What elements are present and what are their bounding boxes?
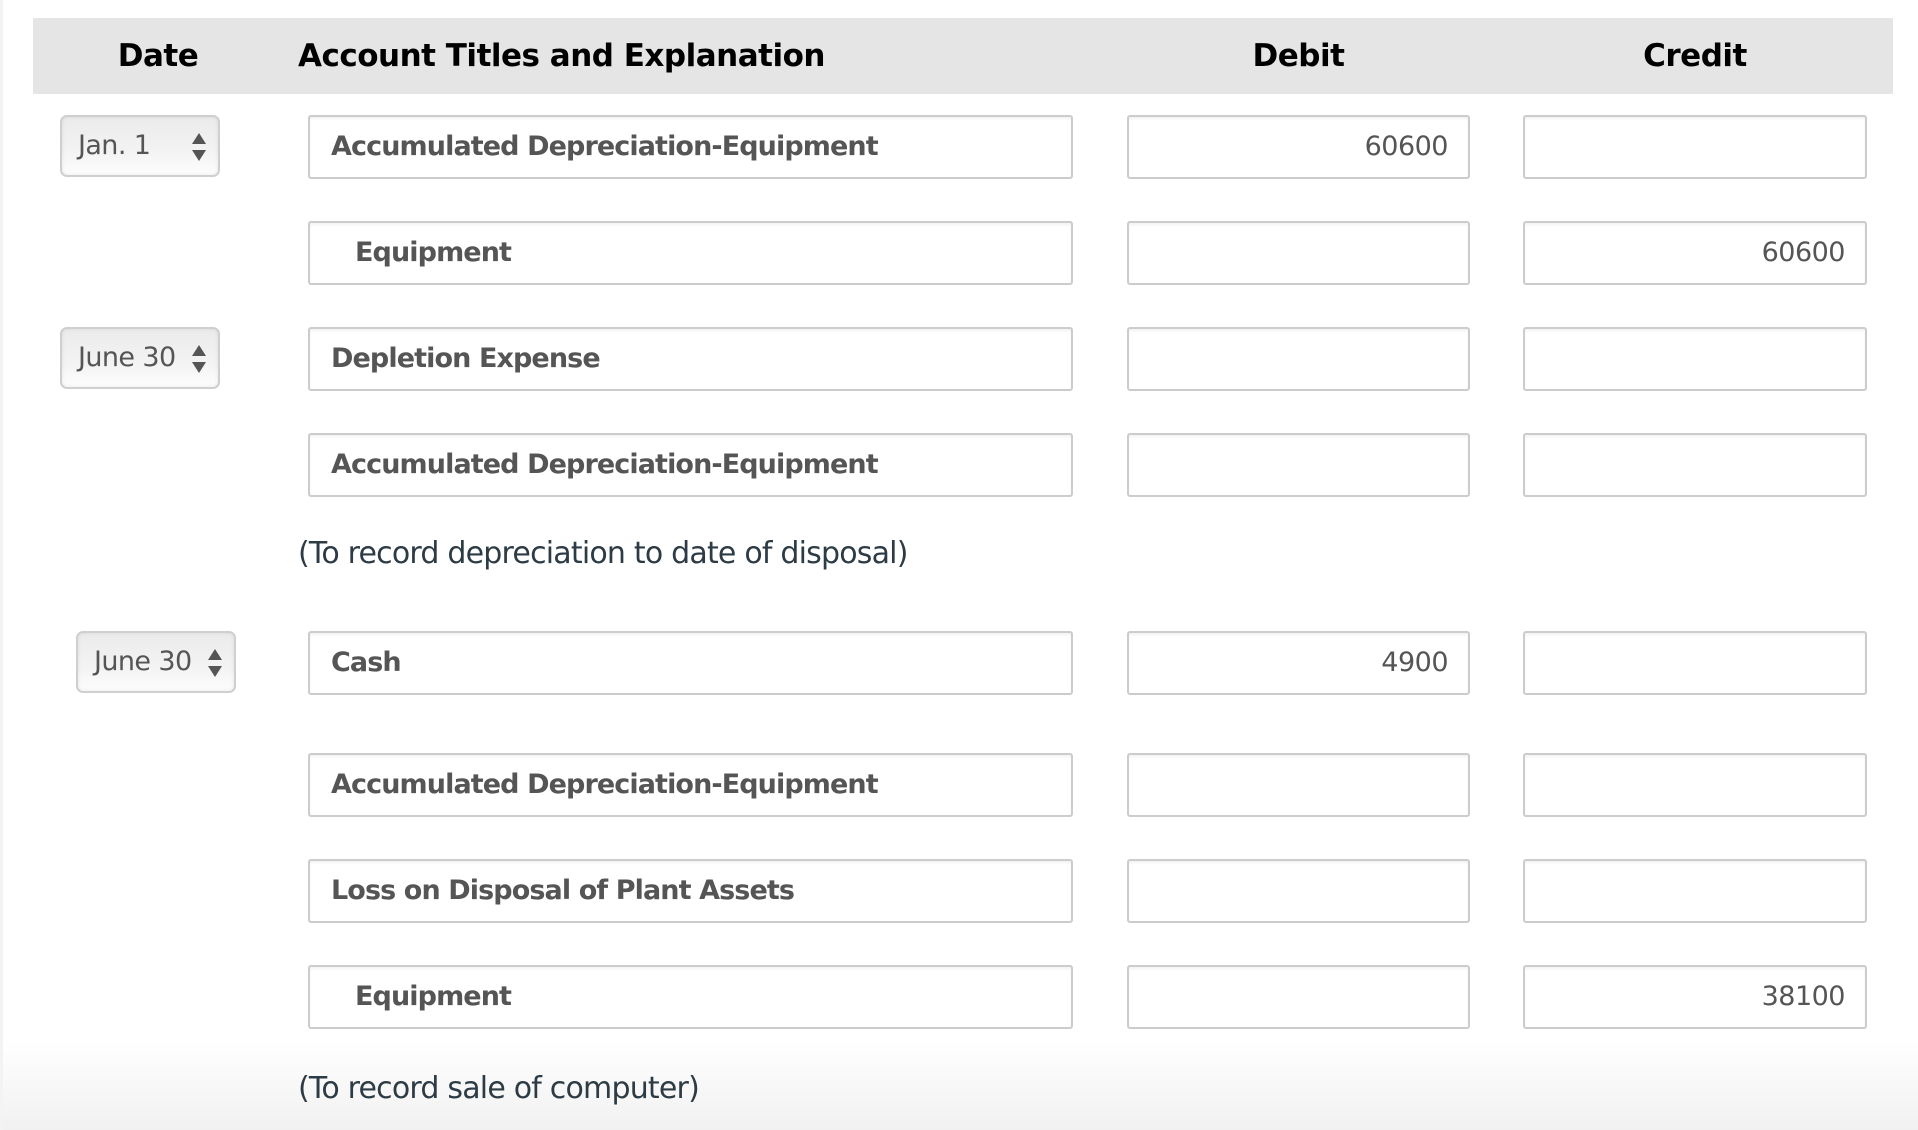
entry-3-line-1-credit-input[interactable]	[1523, 631, 1867, 695]
entry-2-line-2-account-input[interactable]: Accumulated Depreciation-Equipment	[308, 433, 1073, 497]
journal-table-header: Date Account Titles and Explanation Debi…	[33, 18, 1893, 94]
entry-3-line-3-credit-input[interactable]	[1523, 859, 1867, 923]
entry-3-line-2-credit-input[interactable]	[1523, 753, 1867, 817]
header-credit: Credit	[1643, 38, 1747, 74]
entry-3-line-3-account-input[interactable]: Loss on Disposal of Plant Assets	[308, 859, 1073, 923]
entry-3-line-2-account-input[interactable]: Accumulated Depreciation-Equipment	[308, 753, 1073, 817]
entry-3-line-1-account-input[interactable]: Cash	[308, 631, 1073, 695]
entry-2-date-select[interactable]: June 30	[60, 327, 220, 389]
date-select-value: Jan. 1	[78, 130, 151, 161]
entry-3-line-4-credit-input[interactable]: 38100	[1523, 965, 1867, 1029]
entry-1-line-2-debit-input[interactable]	[1127, 221, 1470, 285]
entry-3-line-4-debit-input[interactable]	[1127, 965, 1470, 1029]
entry-2-line-2-credit-input[interactable]	[1523, 433, 1867, 497]
entry-2-line-1-account-input[interactable]: Depletion Expense	[308, 327, 1073, 391]
entry-3-line-1-debit-input[interactable]: 4900	[1127, 631, 1470, 695]
entry-2-explanation: (To record depreciation to date of dispo…	[298, 536, 908, 571]
entry-3-explanation: (To record sale of computer)	[298, 1071, 700, 1106]
header-debit: Debit	[1252, 38, 1345, 74]
entry-1-date-select[interactable]: Jan. 1	[60, 115, 220, 177]
entry-3-line-3-debit-input[interactable]	[1127, 859, 1470, 923]
up-down-arrows-icon	[208, 649, 222, 677]
entry-1-line-1-credit-input[interactable]	[1523, 115, 1867, 179]
entry-2-line-1-debit-input[interactable]	[1127, 327, 1470, 391]
entry-1-line-1-account-input[interactable]: Accumulated Depreciation-Equipment	[308, 115, 1073, 179]
entry-2-line-2-debit-input[interactable]	[1127, 433, 1470, 497]
date-select-value: June 30	[94, 646, 192, 677]
entry-3-line-4-account-input[interactable]: Equipment	[308, 965, 1073, 1029]
page-left-edge	[0, 0, 3, 1130]
entry-3-line-2-debit-input[interactable]	[1127, 753, 1470, 817]
header-date: Date	[117, 38, 199, 74]
entry-1-line-2-account-input[interactable]: Equipment	[308, 221, 1073, 285]
header-account-titles: Account Titles and Explanation	[298, 38, 825, 74]
date-select-value: June 30	[78, 342, 176, 373]
entry-2-line-1-credit-input[interactable]	[1523, 327, 1867, 391]
up-down-arrows-icon	[192, 345, 206, 373]
entry-1-line-1-debit-input[interactable]: 60600	[1127, 115, 1470, 179]
up-down-arrows-icon	[192, 133, 206, 161]
entry-3-date-select[interactable]: June 30	[76, 631, 236, 693]
entry-1-line-2-credit-input[interactable]: 60600	[1523, 221, 1867, 285]
